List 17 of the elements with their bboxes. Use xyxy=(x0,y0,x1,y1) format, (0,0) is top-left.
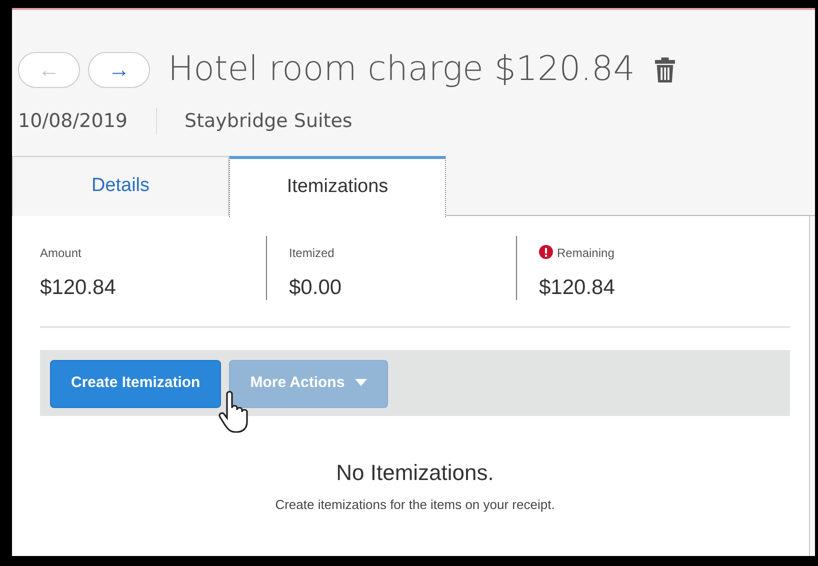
tab[interactable]: Details xyxy=(12,156,229,216)
empty-title: No Itemizations. xyxy=(335,458,495,486)
create-button[interactable]: Create Itemization xyxy=(50,360,222,408)
tab[interactable]: Itemizations xyxy=(229,156,446,216)
summary-label: Remaining xyxy=(557,246,614,260)
date-text: 10/08/2019 xyxy=(18,109,128,134)
summary-value: $0.00 xyxy=(289,274,343,300)
summary-label: Itemized xyxy=(289,246,334,260)
empty-message: Create itemizations for the items on your receipt. xyxy=(274,496,556,514)
summary-label: Amount xyxy=(40,246,82,260)
page-title: Hotel room charge $120.84 xyxy=(168,48,635,91)
merchant-text: Staybridge Suites xyxy=(184,109,352,134)
summary-value: $120.84 xyxy=(40,274,117,300)
hand-cursor-icon xyxy=(218,390,250,434)
delete-icon[interactable] xyxy=(654,56,675,82)
summary-value: $120.84 xyxy=(539,274,616,300)
forward-button[interactable]: → xyxy=(88,52,150,88)
